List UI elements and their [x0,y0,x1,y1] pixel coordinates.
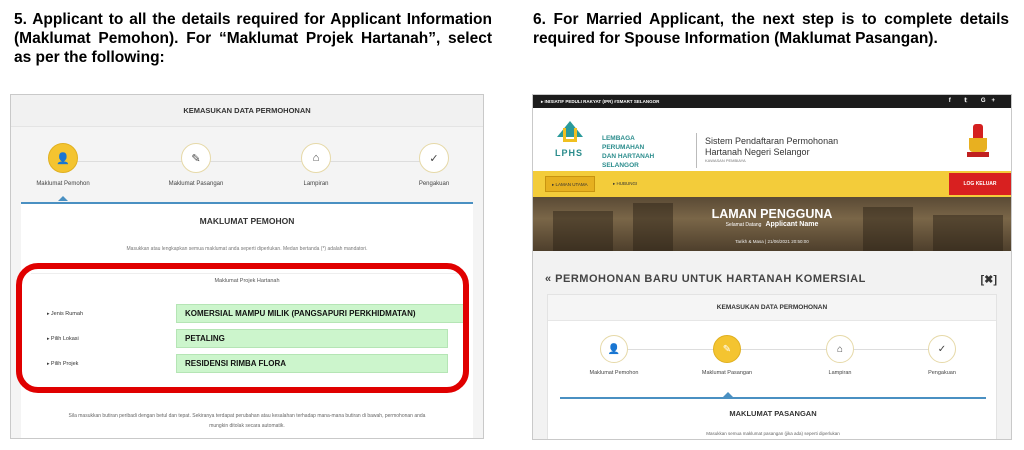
step-label: Lampiran [303,181,329,187]
highlight-annotation [16,263,469,393]
main-nav: ▸ LAMAN UTAMA ▸ HUBUNGI LOG KELUAR [533,171,1011,197]
step-label: Maklumat Pasangan [701,370,753,376]
step-label: Maklumat Pasangan [168,181,224,187]
org-line: DAN HARTANAH [602,153,655,160]
pencil-icon: ✎ [181,143,211,173]
home-icon: ⌂ [301,143,331,173]
top-bar-text: ▸ INISIATIF PEDULI RAKYAT (IPR) #SMART S… [541,99,660,104]
user-name: Applicant Name [765,221,819,228]
brand-divider [696,133,697,168]
steps-connector [608,349,936,350]
system-subtitle: KAWASAN PEMBIAYA [705,158,746,163]
brand-header: LPHS LEMBAGA PERUMAHAN DAN HARTANAH SELA… [533,108,1011,171]
home-icon: ⌂ [826,335,854,363]
lphs-logo-frame [563,128,577,142]
step-lampiran[interactable]: ⌂ Lampiran [276,143,356,187]
banner-title: LAMAN PENGGUNA [711,207,833,221]
active-step-caret [58,196,68,201]
step-lampiran[interactable]: ⌂ Lampiran [800,335,880,376]
org-line: PERUMAHAN [602,144,645,151]
selangor-crest-icon [967,124,989,162]
page-heading: « PERMOHONAN BARU UNTUK HARTANAH KOMERSI… [545,273,866,285]
greeting: Selamat Datang [725,222,762,228]
system-name-line: Sistem Pendaftaran Permohonan [705,136,839,146]
step-maklumat-pasangan[interactable]: ✎ Maklumat Pasangan [687,335,767,376]
social-icons[interactable]: f 𝕥 G+ [949,95,1001,108]
org-line: SELANGOR [602,162,639,169]
check-icon: ✓ [419,143,449,173]
user-banner: LAMAN PENGGUNA Selamat Datang Applicant N… [533,197,1011,251]
steps-connector [63,161,433,162]
section-title: MAKLUMAT PEMOHON [199,216,295,226]
step-label: Pengakuan [418,181,450,187]
welcome-line: Selamat Datang Applicant Name [533,221,1011,228]
form-footer-note: Sila masukkan butiran peribadi dengan be… [68,413,426,429]
step-pengakuan[interactable]: ✓ Pengakuan [394,143,474,187]
nav-hubungi[interactable]: ▸ HUBUNGI [613,176,637,192]
step-maklumat-pasangan[interactable]: ✎ Maklumat Pasangan [156,143,236,187]
top-bar: ▸ INISIATIF PEDULI RAKYAT (IPR) #SMART S… [533,95,1011,108]
application-card: KEMASUKAN DATA PERMOHONAN 👤 Maklumat Pem… [547,294,997,439]
form-header: KEMASUKAN DATA PERMOHONAN [11,95,483,127]
instruction-step-6: 6. For Married Applicant, the next step … [533,11,1009,47]
close-icon[interactable]: [✖] [980,273,997,286]
check-icon: ✓ [928,335,956,363]
section-intro: Masukkan atau lengkapkan semua maklumat … [126,246,368,252]
nav-laman-utama[interactable]: ▸ LAMAN UTAMA [545,176,595,192]
system-name: Sistem Pendaftaran Permohonan Hartanah N… [705,136,838,158]
section-intro: Masukkan semua maklumat pasangan (jika a… [706,431,840,436]
logout-button[interactable]: LOG KELUAR [949,173,1011,195]
progress-steps: 👤 Maklumat Pemohon ✎ Maklumat Pasangan ⌂… [11,128,483,202]
instruction-step-5: 5. Applicant to all the details required… [14,11,492,66]
step-label: Pengakuan [928,370,956,376]
logo-text: LPHS [555,148,584,158]
org-line: LEMBAGA [602,135,635,142]
step-maklumat-pemohon[interactable]: 👤 Maklumat Pemohon [23,143,103,187]
user-icon: 👤 [48,143,78,173]
step-pengakuan[interactable]: ✓ Pengakuan [902,335,982,376]
login-datetime: Tarikh & Masa | 21/06/2021 20:50:00 [735,239,809,244]
step-label: Maklumat Pemohon [36,181,90,187]
step-label: Maklumat Pemohon [589,370,639,376]
spouse-form: MAKLUMAT PASANGAN Masukkan semua makluma… [560,397,986,439]
step-maklumat-pemohon[interactable]: 👤 Maklumat Pemohon [574,335,654,376]
section-title: MAKLUMAT PASANGAN [729,409,817,418]
step-label: Lampiran [828,370,852,376]
pencil-icon: ✎ [713,335,741,363]
org-name: LEMBAGA PERUMAHAN DAN HARTANAH SELANGOR [602,134,654,170]
card-header: KEMASUKAN DATA PERMOHONAN [548,295,996,321]
spouse-info-screenshot: ▸ INISIATIF PEDULI RAKYAT (IPR) #SMART S… [532,94,1012,440]
user-icon: 👤 [600,335,628,363]
system-name-line: Hartanah Negeri Selangor [705,147,810,157]
